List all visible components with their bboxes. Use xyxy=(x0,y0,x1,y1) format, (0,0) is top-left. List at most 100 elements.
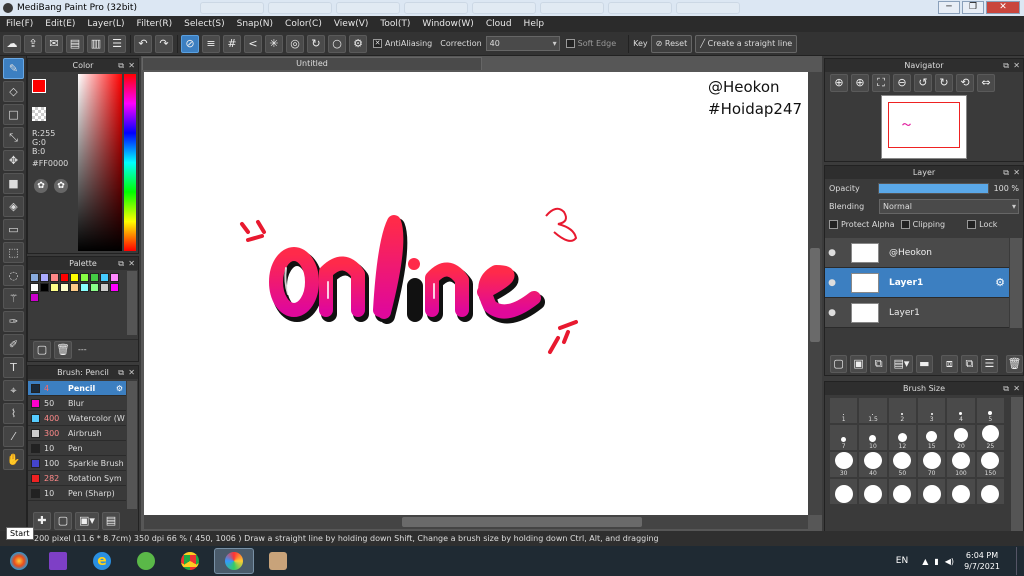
language-indicator[interactable]: EN xyxy=(896,556,908,566)
snap-off-icon[interactable]: ⊘ xyxy=(181,34,199,53)
palette-swatch[interactable] xyxy=(110,273,119,282)
layer-menu-icon[interactable]: ▤▾ xyxy=(890,355,913,373)
palette-swatch[interactable] xyxy=(30,273,39,282)
lasso-tool-icon[interactable]: ◌ xyxy=(3,265,24,286)
merge-layer-icon[interactable]: ⧈ xyxy=(940,355,958,373)
menu-tool[interactable]: Tool(T) xyxy=(374,19,416,29)
pen-tool-icon[interactable]: ⁄ xyxy=(3,426,24,447)
chrome-taskbar-button[interactable] xyxy=(170,548,210,574)
palette-swatch[interactable] xyxy=(110,283,119,292)
palette-swatch[interactable] xyxy=(80,273,89,282)
palette-swatch[interactable] xyxy=(60,283,69,292)
horizontal-scroll-thumb[interactable] xyxy=(402,517,642,527)
palette-swatch[interactable] xyxy=(60,273,69,282)
palette-swatch[interactable] xyxy=(40,273,49,282)
layer-scrollbar[interactable] xyxy=(1010,238,1022,328)
new-brush-icon[interactable]: ▢ xyxy=(54,512,72,530)
foreground-color-swatch[interactable] xyxy=(32,79,46,93)
brush-size-cell[interactable] xyxy=(887,478,917,505)
flip-icon[interactable]: ⇔ xyxy=(977,74,995,92)
brush-item[interactable]: 282 Rotation Sym xyxy=(28,471,126,486)
rotate-left-icon[interactable]: ↺ xyxy=(914,74,932,92)
layer-gear-icon[interactable]: ⚙ xyxy=(995,276,1005,289)
palette-swatch[interactable] xyxy=(90,273,99,282)
drawing-canvas[interactable]: @Heokon #Hoidap247 xyxy=(144,72,808,515)
internet-explorer-taskbar-button[interactable]: e xyxy=(82,548,122,574)
copy-layer-icon[interactable]: ⧉ xyxy=(960,355,978,373)
brush-item[interactable]: 300 Airbrush xyxy=(28,426,126,441)
snap-perspective-icon[interactable]: < xyxy=(244,34,262,53)
redo-icon[interactable]: ↷ xyxy=(155,34,173,53)
undo-icon[interactable]: ↶ xyxy=(134,34,152,53)
snap-radial-icon[interactable]: ✳ xyxy=(265,34,283,53)
brush-menu-icon[interactable]: ▣▾ xyxy=(75,512,99,530)
brush-item[interactable]: 4 Pencil ⚙ xyxy=(28,381,126,396)
palette-swatch[interactable] xyxy=(100,283,109,292)
folder-icon[interactable]: ▬ xyxy=(915,355,933,373)
select-tool-icon[interactable]: ⬚ xyxy=(3,242,24,263)
vertical-scroll-thumb[interactable] xyxy=(810,248,820,342)
snap-settings-icon[interactable]: ⚙ xyxy=(349,34,367,53)
blending-select[interactable]: Normal xyxy=(879,198,1019,214)
palette-scrollbar[interactable] xyxy=(127,271,137,335)
network-icon[interactable]: ▮ xyxy=(934,557,938,566)
menu-select[interactable]: Select(S) xyxy=(178,19,231,29)
brush-item[interactable]: 50 Blur xyxy=(28,396,126,411)
palette-swatch[interactable] xyxy=(30,293,39,302)
snap-curve-icon[interactable]: ↻ xyxy=(307,34,325,53)
brush-size-cell[interactable]: 2 xyxy=(887,397,917,424)
palette-swatch[interactable] xyxy=(50,283,59,292)
color-picker-icon[interactable]: ✿ xyxy=(54,179,68,193)
zoom-in-icon[interactable]: ⊕ xyxy=(830,74,848,92)
layer-row[interactable]: ● Layer1 ⚙ xyxy=(825,268,1009,298)
correction-select[interactable]: 40 xyxy=(485,36,560,51)
vertical-scrollbar[interactable] xyxy=(808,72,822,515)
reset-rotation-icon[interactable]: ⟲ xyxy=(956,74,974,92)
fit-icon[interactable]: ⛶ xyxy=(872,74,890,92)
brush-item[interactable]: 400 Watercolor (W xyxy=(28,411,126,426)
share-icon[interactable]: ⇪ xyxy=(24,34,42,53)
brush-scrollbar[interactable] xyxy=(127,381,137,509)
lock-checkbox[interactable] xyxy=(967,219,977,229)
horizontal-scrollbar[interactable] xyxy=(144,515,808,529)
comment-icon[interactable]: ✉ xyxy=(45,34,63,53)
clipping-checkbox[interactable] xyxy=(900,219,910,229)
saturation-value-field[interactable] xyxy=(78,74,122,251)
magic-wand-tool-icon[interactable]: ⚚ xyxy=(3,288,24,309)
zoom-out-icon[interactable]: ⊖ xyxy=(893,74,911,92)
minimize-button[interactable]: ─ xyxy=(938,1,960,14)
document-icon[interactable]: ▥ xyxy=(87,34,105,53)
reset-button[interactable]: ⊘ Reset xyxy=(650,34,693,53)
brush-size-cell[interactable] xyxy=(829,478,859,505)
brush-size-cell[interactable]: 25 xyxy=(975,424,1005,451)
brush-settings-icon[interactable]: ▤ xyxy=(102,512,120,530)
chat-icon[interactable]: ▤ xyxy=(66,34,84,53)
volume-icon[interactable]: ◀) xyxy=(945,557,954,566)
menu-help[interactable]: Help xyxy=(518,19,551,29)
palette-wheel-icon[interactable]: ✿ xyxy=(34,179,48,193)
menu-file[interactable]: File(F) xyxy=(0,19,39,29)
brush-size-cell[interactable]: 5 xyxy=(975,397,1005,424)
brush-size-cell[interactable]: 7 xyxy=(829,424,859,451)
brush-size-cell[interactable] xyxy=(946,478,976,505)
delete-palette-icon[interactable]: 🗑 xyxy=(54,340,72,359)
soft-edge-checkbox[interactable] xyxy=(565,39,575,48)
brush-item[interactable]: 10 Pen xyxy=(28,441,126,456)
zoom-in-alt-icon[interactable]: ⊕ xyxy=(851,74,869,92)
duplicate-layer-icon[interactable]: ⧉ xyxy=(870,355,888,373)
palette-swatch[interactable] xyxy=(70,283,79,292)
menu-view[interactable]: View(V) xyxy=(328,19,375,29)
list-icon[interactable]: ☰ xyxy=(108,34,126,53)
add-brush-icon[interactable]: ✚ xyxy=(33,512,51,530)
brush-size-cell[interactable]: 12 xyxy=(887,424,917,451)
brush-size-cell[interactable] xyxy=(917,478,947,505)
menu-edit[interactable]: Edit(E) xyxy=(39,19,81,29)
text-tool-icon[interactable]: T xyxy=(3,357,24,378)
cloud-icon[interactable]: ☁ xyxy=(3,34,21,53)
brush-size-cell[interactable]: 4 xyxy=(946,397,976,424)
layer-settings-icon[interactable]: ☰ xyxy=(980,355,999,373)
brush-size-cell[interactable]: 10 xyxy=(858,424,888,451)
divide-tool-icon[interactable]: ⌖ xyxy=(3,380,24,401)
brush-size-cell[interactable]: 70 xyxy=(917,451,947,478)
visual-studio-taskbar-button[interactable] xyxy=(38,548,78,574)
